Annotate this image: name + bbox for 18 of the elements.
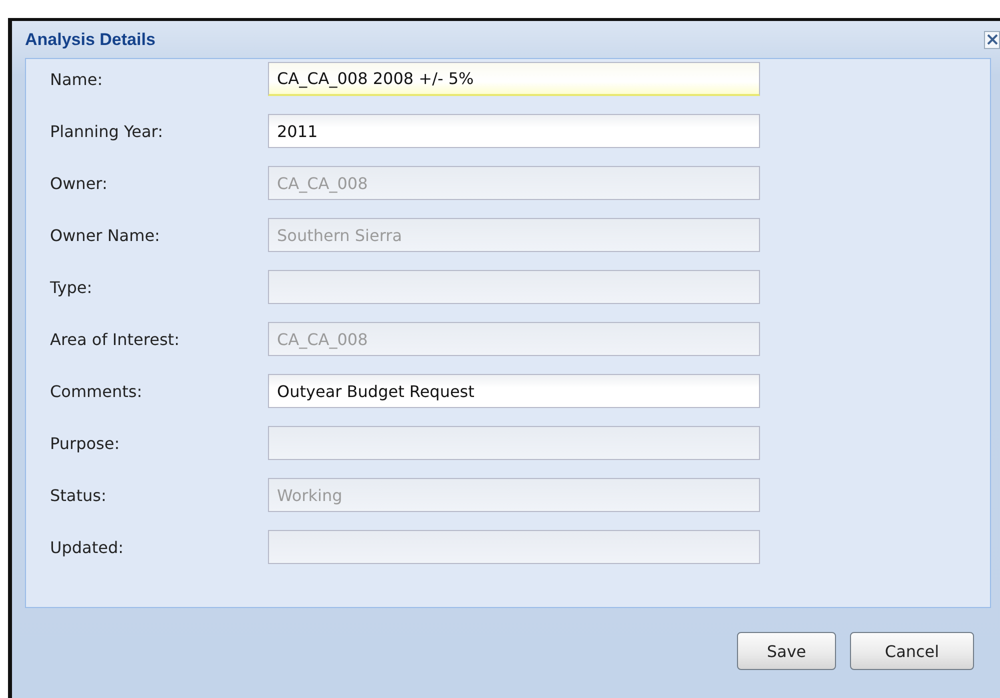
input-field[interactable]: Outyear Budget Request	[268, 374, 760, 408]
save-button[interactable]: Save	[737, 632, 836, 670]
field-label: Owner Name:	[50, 226, 161, 244]
close-icon	[986, 34, 998, 45]
field-label: Purpose:	[50, 434, 121, 452]
field-label: Status:	[50, 486, 108, 504]
cancel-button[interactable]: Cancel	[850, 632, 974, 670]
field-label: Type:	[50, 278, 94, 296]
field-label: Comments:	[50, 382, 144, 400]
close-button[interactable]	[984, 30, 1000, 48]
field-label: Name:	[50, 70, 104, 88]
field-label: Area of Interest:	[50, 330, 180, 348]
field-label: Owner:	[50, 174, 108, 192]
field-label: Planning Year:	[50, 122, 164, 140]
input-field[interactable]: 2011	[268, 114, 760, 148]
window-title: Analysis Details	[25, 30, 156, 50]
field-label: Updated:	[50, 538, 124, 556]
input-field[interactable]: CA_CA_008 2008 +/- 5%	[268, 62, 760, 96]
